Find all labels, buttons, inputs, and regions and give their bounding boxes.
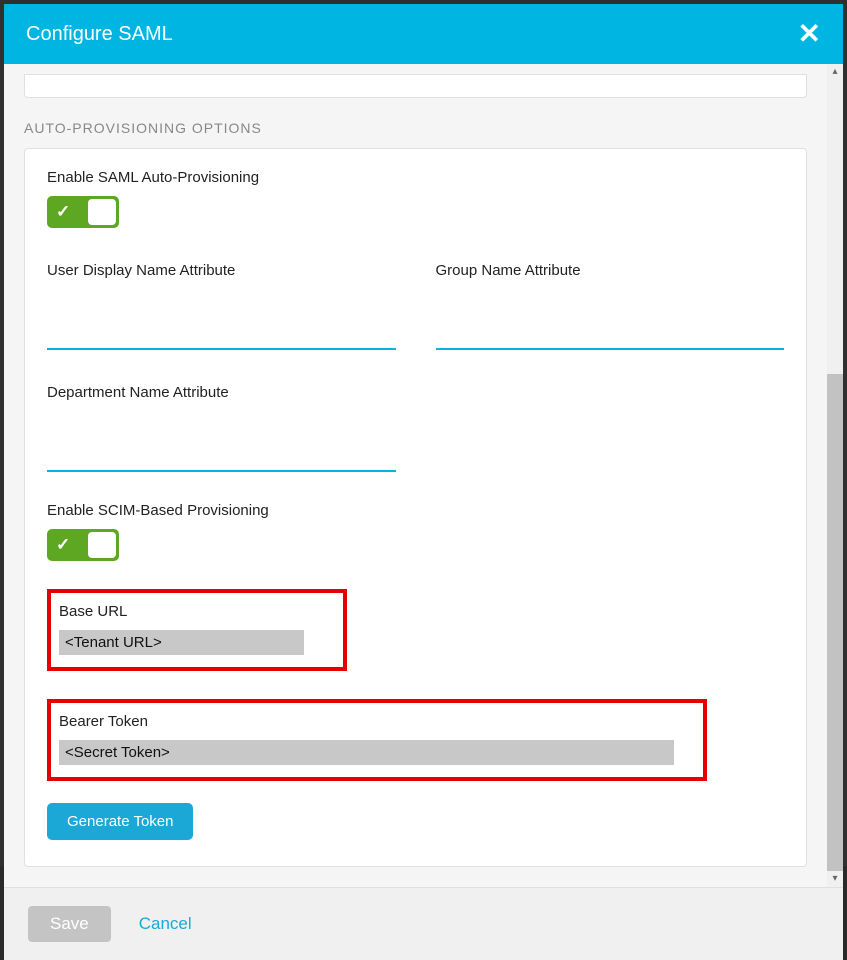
modal-title: Configure SAML [26, 23, 173, 46]
close-icon[interactable]: ✕ [798, 20, 821, 48]
checkmark-icon: ✓ [56, 535, 70, 555]
scroll-up-icon[interactable]: ▴ [827, 64, 843, 80]
scroll-down-icon[interactable]: ▾ [827, 871, 843, 887]
user-display-label: User Display Name Attribute [47, 262, 396, 279]
modal-footer: Save Cancel [4, 887, 843, 960]
scrollbar-thumb[interactable] [827, 374, 843, 871]
previous-section-card [24, 74, 807, 98]
base-url-label: Base URL [59, 603, 335, 620]
bearer-token-label: Bearer Token [59, 713, 695, 730]
group-name-input[interactable] [436, 319, 785, 350]
bearer-token-field[interactable]: <Secret Token> [59, 740, 674, 765]
enable-scim-toggle[interactable]: ✓ [47, 529, 119, 561]
generate-token-button[interactable]: Generate Token [47, 803, 193, 840]
configure-saml-modal: Configure SAML ✕ AUTO-PROVISIONING OPTIO… [4, 4, 843, 862]
auto-provisioning-card: Enable SAML Auto-Provisioning ✓ User Dis… [24, 148, 807, 867]
vertical-scrollbar[interactable]: ▴ ▾ [827, 64, 843, 887]
toggle-knob [88, 532, 116, 558]
base-url-field[interactable]: <Tenant URL> [59, 630, 304, 655]
group-name-label: Group Name Attribute [436, 262, 785, 279]
bearer-token-highlight: Bearer Token <Secret Token> [47, 699, 707, 781]
enable-saml-label: Enable SAML Auto-Provisioning [47, 169, 784, 186]
checkmark-icon: ✓ [56, 202, 70, 222]
department-input[interactable] [47, 441, 396, 472]
modal-body: AUTO-PROVISIONING OPTIONS Enable SAML Au… [4, 64, 827, 887]
save-button[interactable]: Save [28, 906, 111, 942]
cancel-link[interactable]: Cancel [139, 914, 192, 934]
user-display-input[interactable] [47, 319, 396, 350]
enable-scim-label: Enable SCIM-Based Provisioning [47, 502, 784, 519]
enable-saml-toggle[interactable]: ✓ [47, 196, 119, 228]
modal-header: Configure SAML ✕ [4, 4, 843, 64]
base-url-highlight: Base URL <Tenant URL> [47, 589, 347, 671]
department-label: Department Name Attribute [47, 384, 396, 401]
section-title: AUTO-PROVISIONING OPTIONS [24, 120, 807, 136]
toggle-knob [88, 199, 116, 225]
